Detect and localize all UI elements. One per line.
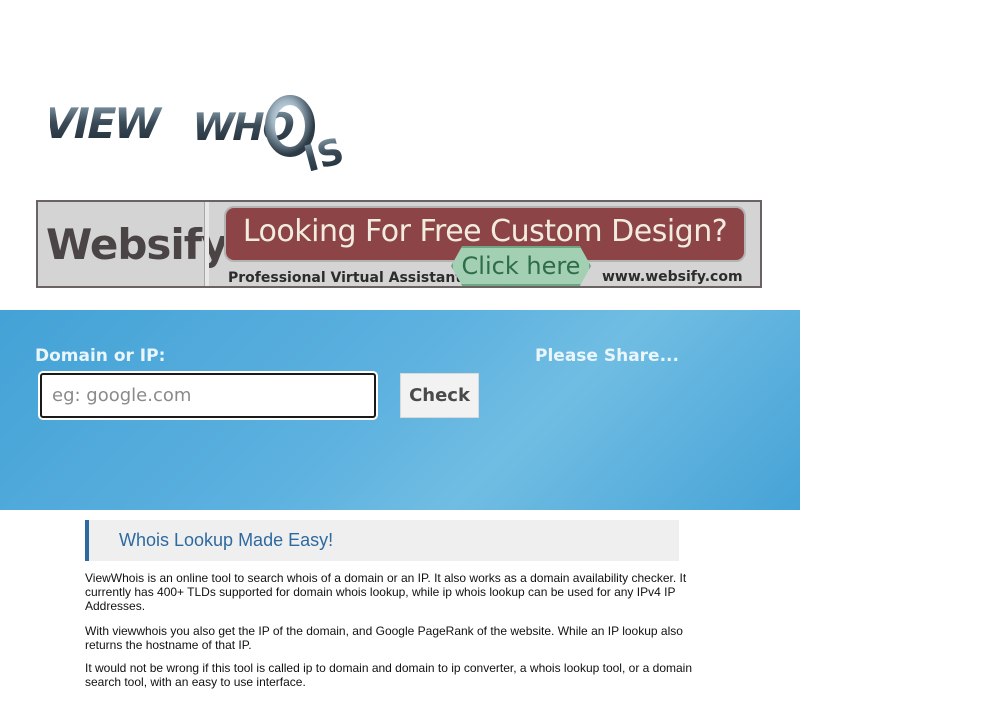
viewwhois-logo-graphic: VIEW WHO IS [50, 95, 349, 181]
search-band: Domain or IP: Check Please Share... [0, 310, 800, 510]
banner-headline: Looking For Free Custom Design? [242, 214, 728, 249]
banner-subtext: Professional Virtual Assistants [228, 270, 471, 286]
features-paragraph: With viewwhois you also get the IP of th… [85, 624, 683, 652]
please-share-label: Please Share... [535, 346, 679, 366]
domain-search-input[interactable] [40, 373, 376, 418]
domain-or-ip-label: Domain or IP: [35, 346, 166, 366]
websify-banner-ad[interactable]: Websify. Looking For Free Custom Design?… [36, 200, 762, 288]
banner-brand: Websify. [46, 220, 240, 269]
check-button[interactable]: Check [400, 373, 479, 418]
section-header: Whois Lookup Made Easy! [85, 520, 679, 561]
svg-text:IS: IS [300, 131, 349, 181]
intro-paragraph: ViewWhois is an online tool to search wh… [85, 571, 687, 613]
banner-url: www.websify.com [602, 269, 743, 285]
site-logo[interactable]: VIEW WHO IS [50, 92, 370, 187]
banner-divider [204, 202, 209, 286]
summary-paragraph: It would not be wrong if this tool is ca… [85, 661, 693, 689]
section-title: Whois Lookup Made Easy! [119, 530, 334, 550]
banner-click-here-button[interactable]: Click here [451, 246, 591, 286]
svg-text:VIEW: VIEW [50, 100, 165, 148]
